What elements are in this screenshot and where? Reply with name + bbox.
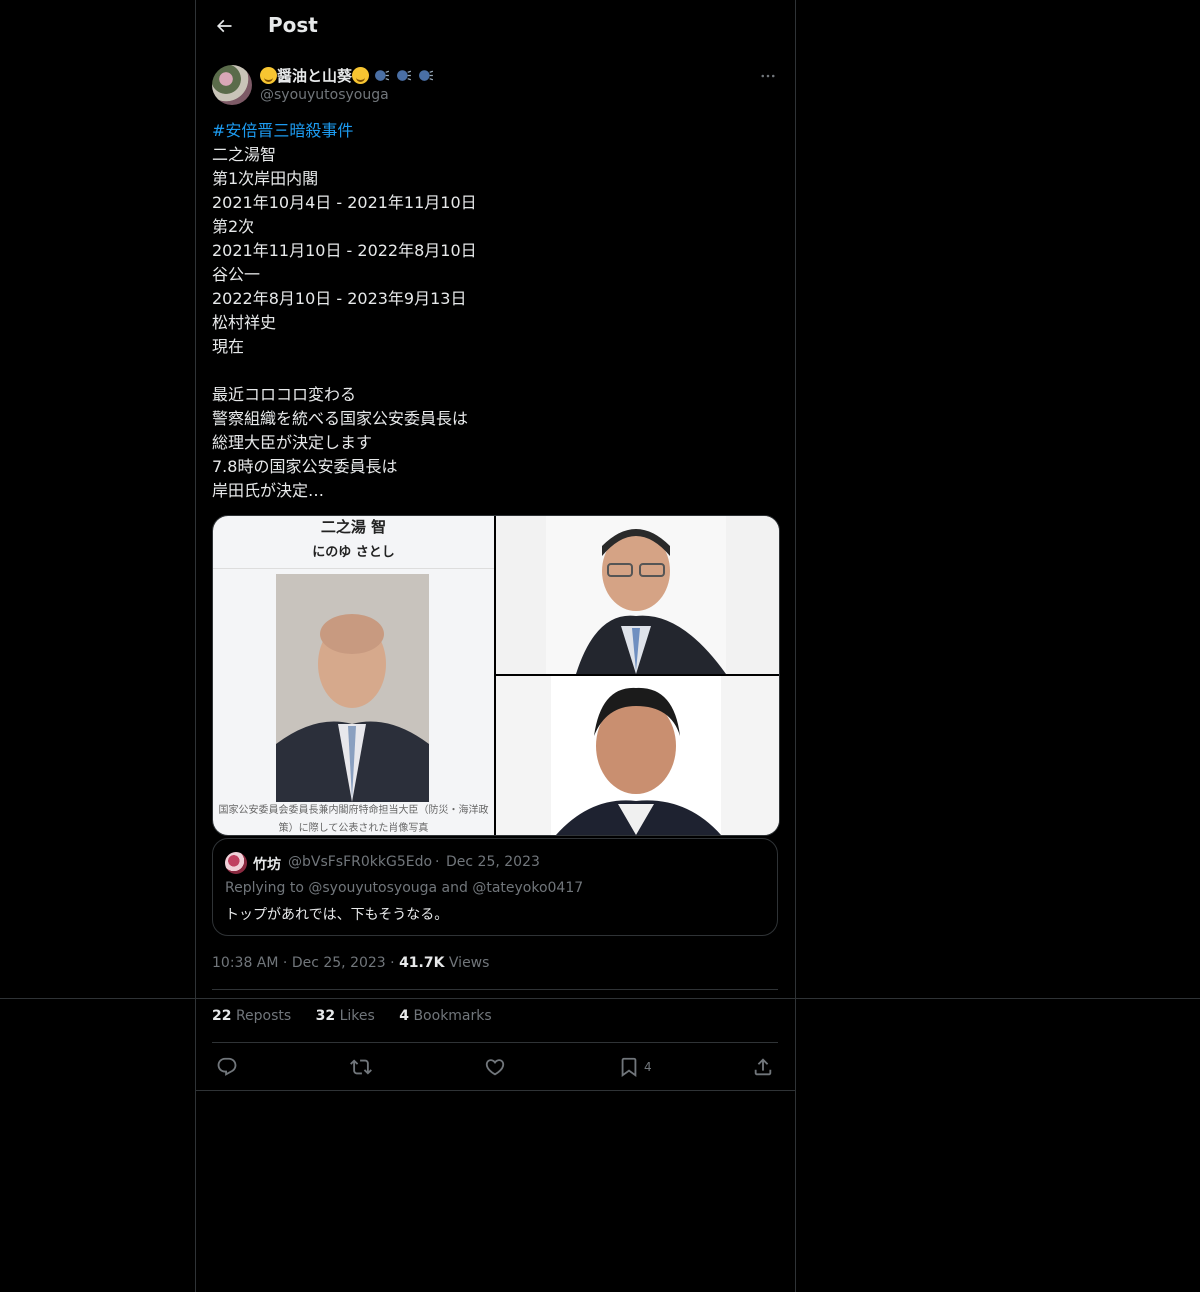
tweet-line: 警察組織を統べる国家公安委員長は bbox=[212, 409, 469, 428]
quoted-author-name: 竹坊 bbox=[253, 857, 281, 873]
tweet-line: 二之湯智 bbox=[212, 145, 277, 164]
speaking-head-emoji-icon bbox=[397, 70, 412, 81]
replying-to: Replying to @syouyutosyouga and @tateyok… bbox=[225, 880, 584, 896]
tweet-line: 第2次 bbox=[212, 217, 255, 236]
image-title: 二之湯 智 bbox=[320, 518, 387, 536]
reposts-count: 22 bbox=[212, 1008, 232, 1024]
page-divider bbox=[0, 998, 1200, 999]
quoted-avatar bbox=[225, 852, 247, 874]
tweet-line: 2021年10月4日 - 2021年11月10日 bbox=[212, 193, 477, 212]
author-handle[interactable]: @syouyutosyouga bbox=[260, 87, 389, 103]
tweet-line: 2022年8月10日 - 2023年9月13日 bbox=[212, 289, 467, 308]
page-header: Post bbox=[196, 0, 795, 53]
bookmarks-label: Bookmarks bbox=[413, 1008, 492, 1024]
tweet-meta: 10:38 AM · Dec 25, 2023 · 41.7K Views bbox=[212, 955, 489, 971]
divider bbox=[212, 989, 778, 990]
tweet-text: #安倍晋三暗殺事件 二之湯智 第1次岸田内閣 2021年10月4日 - 2021… bbox=[212, 119, 772, 503]
quoted-tweet[interactable]: 竹坊 @bVsFsFR0kkG5Edo · Dec 25, 2023 Reply… bbox=[212, 838, 778, 936]
quoted-date: Dec 25, 2023 bbox=[446, 854, 540, 870]
reply-icon bbox=[217, 1057, 237, 1076]
bookmark-button[interactable]: 4 bbox=[618, 1056, 652, 1080]
tweet-line: 現在 bbox=[212, 337, 245, 356]
tweet-date[interactable]: Dec 25, 2023 bbox=[292, 955, 386, 971]
separator-dot: · bbox=[435, 854, 440, 870]
likes-count: 32 bbox=[315, 1008, 336, 1024]
like-icon bbox=[485, 1059, 505, 1076]
separator-dot: · bbox=[390, 955, 400, 971]
tweet-line: 総理大臣が決定します bbox=[212, 433, 373, 452]
repost-button[interactable] bbox=[350, 1056, 372, 1080]
smiling-face-emoji-icon bbox=[352, 67, 370, 84]
bookmark-icon bbox=[621, 1057, 637, 1078]
portrait-photo bbox=[496, 516, 779, 674]
divider bbox=[213, 568, 494, 569]
tweet-line: 松村祥史 bbox=[212, 313, 277, 332]
smiling-face-emoji-icon bbox=[260, 67, 277, 84]
reposts-stat[interactable]: 22 Reposts bbox=[212, 1008, 291, 1024]
tweet-line: 7.8時の国家公安委員長は bbox=[212, 457, 398, 476]
image-reading: にのゆ さとし bbox=[312, 545, 395, 560]
avatar[interactable] bbox=[212, 65, 252, 105]
views-count: 41.7K bbox=[399, 955, 445, 971]
portrait-photo bbox=[276, 574, 429, 802]
like-button[interactable] bbox=[484, 1056, 506, 1080]
bookmarks-count: 4 bbox=[399, 1008, 409, 1024]
tweet-time[interactable]: 10:38 AM bbox=[212, 955, 278, 971]
divider bbox=[212, 1042, 778, 1043]
repost-icon bbox=[350, 1059, 372, 1075]
hashtag-link[interactable]: #安倍晋三暗殺事件 bbox=[212, 119, 772, 143]
engagement-stats: 22 Reposts 32 Likes 4 Bookmarks bbox=[212, 1008, 512, 1024]
author-display-name[interactable]: 醤油と山葵 bbox=[260, 65, 435, 86]
tweet-line: 岸田氏が決定… bbox=[212, 481, 325, 500]
action-bar: 4 bbox=[196, 1056, 795, 1080]
quoted-text: トップがあれでは、下もそうなる。 bbox=[225, 907, 449, 923]
quoted-author-handle: @bVsFsFR0kkG5Edo bbox=[288, 854, 433, 870]
media-image-2[interactable] bbox=[496, 516, 779, 674]
tweet-line: 谷公一 bbox=[212, 265, 261, 284]
tweet-line: 最近コロコロ変わる bbox=[212, 385, 357, 404]
reposts-label: Reposts bbox=[235, 1008, 292, 1024]
portrait-photo bbox=[496, 676, 779, 835]
bookmark-count: 4 bbox=[644, 1060, 652, 1074]
page-title: Post bbox=[268, 13, 318, 37]
primary-column: Post 醤油と山葵 @syouyutosyouga #安倍晋三暗殺事件 二之湯… bbox=[195, 0, 796, 1292]
author-name-text: 醤油と山葵 bbox=[277, 67, 353, 85]
likes-stat[interactable]: 32 Likes bbox=[316, 1008, 375, 1024]
media-grid: 二之湯 智 にのゆ さとし 国家公安委員会委員長兼内閣府特命担当大臣（防災・海洋… bbox=[212, 515, 780, 836]
back-arrow-icon[interactable] bbox=[212, 14, 236, 38]
views-label: Views bbox=[448, 955, 490, 971]
tweet-line: 2021年11月10日 - 2022年8月10日 bbox=[212, 241, 477, 260]
more-icon[interactable] bbox=[756, 64, 780, 88]
media-image-3[interactable] bbox=[496, 676, 779, 835]
bookmarks-stat[interactable]: 4 Bookmarks bbox=[399, 1008, 491, 1024]
share-button[interactable] bbox=[752, 1056, 774, 1080]
tweet-line: 第1次岸田内閣 bbox=[212, 169, 319, 188]
media-image-1[interactable]: 二之湯 智 にのゆ さとし 国家公安委員会委員長兼内閣府特命担当大臣（防災・海洋… bbox=[213, 516, 494, 835]
image-caption: 国家公安委員会委員長兼内閣府特命担当大臣（防災・海洋政策）に際して公表された肖像… bbox=[218, 805, 489, 834]
divider bbox=[196, 1090, 795, 1091]
speaking-head-emoji-icon bbox=[419, 70, 434, 81]
tweet-line bbox=[212, 359, 772, 383]
separator-dot: · bbox=[282, 955, 292, 971]
speaking-head-emoji-icon bbox=[375, 70, 390, 81]
reply-button[interactable] bbox=[216, 1056, 238, 1080]
likes-label: Likes bbox=[339, 1008, 375, 1024]
share-icon bbox=[754, 1058, 772, 1076]
